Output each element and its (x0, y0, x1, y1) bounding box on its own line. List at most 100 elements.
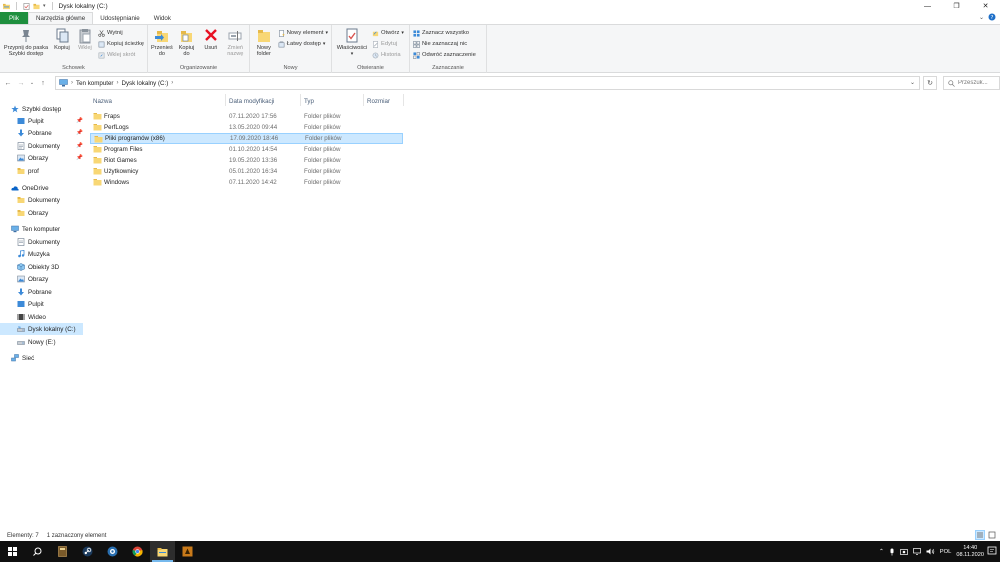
back-button[interactable]: ← (3, 80, 13, 87)
file-date: 19.05.2020 13:36 (229, 157, 278, 164)
notification-icon[interactable] (987, 546, 997, 556)
new-item-label: Nowy element (286, 30, 324, 36)
nav-pc-pobrane[interactable]: Pobrane (17, 286, 52, 298)
select-none-button[interactable]: Nie zaznaczaj nic (413, 39, 476, 49)
tab-share[interactable]: Udostępnianie (93, 12, 147, 24)
nav-quick-dokumenty[interactable]: Dokumenty 📌 (17, 140, 83, 152)
network-tray-icon[interactable] (912, 548, 921, 555)
nav-pc-wideo[interactable]: Wideo (17, 311, 46, 323)
nav-pc-local-disk[interactable]: Dysk lokalny (C:) (0, 323, 83, 335)
select-all-button[interactable]: Zaznacz wszystko (413, 28, 476, 38)
app-icon (107, 546, 118, 557)
taskbar-app-game[interactable] (175, 541, 200, 562)
column-divider[interactable] (225, 94, 226, 106)
nav-onedrive-dokumenty[interactable]: Dokumenty (17, 194, 60, 206)
refresh-button[interactable]: ↻ (923, 76, 937, 90)
nav-network[interactable]: Sieć (11, 352, 34, 364)
nav-item-label: Obrazy (28, 154, 49, 162)
nav-quick-obrazy[interactable]: Obrazy 📌 (17, 152, 83, 164)
nav-pc-dokumenty[interactable]: Dokumenty (17, 236, 60, 248)
file-row[interactable]: Riot Games 19.05.2020 13:36 Folder plików (90, 155, 403, 166)
details-view-button[interactable] (975, 530, 985, 540)
column-divider[interactable] (363, 94, 364, 106)
open-button[interactable]: Otwórz ▾ (372, 28, 404, 38)
invert-selection-button[interactable]: Odwróć zaznaczenie (413, 50, 476, 60)
taskbar-app-steam[interactable] (75, 541, 100, 562)
nav-quick-access[interactable]: Szybki dostęp (11, 103, 61, 115)
address-row: ← → ⌄ ↑ › Ten komputer › Dysk lokalny (C… (0, 74, 1000, 92)
minimize-button[interactable]: — (913, 0, 942, 12)
cut-button[interactable]: Wytnij (98, 28, 144, 38)
column-divider[interactable] (403, 94, 404, 106)
language-indicator[interactable]: POL (940, 549, 952, 555)
address-bar[interactable]: › Ten komputer › Dysk lokalny (C:) › ⌄ (55, 76, 920, 90)
file-row[interactable]: Pliki programów (x86) 17.09.2020 18:46 Fol… (90, 133, 403, 144)
column-header-name[interactable]: Nazwa (93, 94, 112, 108)
nav-pc-pulpit[interactable]: Pulpit (17, 298, 44, 310)
maximize-button[interactable]: ❐ (942, 0, 971, 12)
column-header-size[interactable]: Rozmiar (367, 94, 390, 108)
address-dropdown-icon[interactable]: ⌄ (910, 79, 915, 86)
nav-quick-prof[interactable]: prof (17, 165, 39, 177)
tab-view[interactable]: Widok (147, 12, 178, 24)
close-button[interactable]: ✕ (971, 0, 1000, 12)
column-header-date[interactable]: Data modyfikacji (229, 94, 274, 108)
nav-pc-3d-objects[interactable]: Obiekty 3D (17, 261, 59, 273)
start-button[interactable] (0, 541, 25, 562)
taskbar-app-file-explorer[interactable] (150, 541, 175, 562)
new-item-button[interactable]: Nowy element ▾ (278, 28, 328, 38)
easy-access-button[interactable]: Łatwy dostęp ▾ (278, 39, 328, 49)
paste-shortcut-button[interactable]: Wklej skrót (98, 50, 144, 60)
search-box[interactable] (943, 76, 1000, 90)
clock[interactable]: 14:40 08.11.2020 (956, 545, 984, 559)
search-input[interactable] (958, 80, 998, 86)
tab-home[interactable]: Narzędzia główne (28, 12, 94, 24)
collapse-ribbon-icon[interactable]: ⌄ (979, 14, 984, 21)
properties-icon (346, 28, 358, 43)
camera-icon[interactable] (899, 548, 908, 555)
history-button[interactable]: Historia (372, 50, 404, 60)
show-hidden-icons[interactable]: ⌃ (879, 549, 884, 555)
properties-qat-icon[interactable] (23, 2, 30, 10)
taskbar-search-button[interactable] (25, 541, 50, 562)
nav-this-pc[interactable]: Ten komputer (11, 223, 60, 235)
nav-quick-pulpit[interactable]: Pulpit 📌 (17, 115, 83, 127)
up-arrow-icon: ↑ (41, 79, 45, 87)
tab-file[interactable]: Plik (0, 12, 28, 24)
breadcrumb-local-disk[interactable]: Dysk lokalny (C:) (122, 80, 169, 87)
column-header-type[interactable]: Typ (304, 94, 314, 108)
item-count: Elementy: 7 (7, 532, 39, 539)
large-icons-view-button[interactable] (987, 530, 997, 540)
taskbar-app-generic[interactable] (100, 541, 125, 562)
nav-pc-obrazy[interactable]: Obrazy (17, 273, 48, 285)
microphone-icon[interactable] (889, 548, 895, 556)
nav-quick-pobrane[interactable]: Pobrane 📌 (17, 127, 83, 139)
open-group: Właściwości ▾ Otwórz ▾ Edytuj Historia O… (332, 25, 410, 73)
nav-onedrive-obrazy[interactable]: Obrazy (17, 207, 48, 219)
taskbar-app-book[interactable] (50, 541, 75, 562)
recent-locations-button[interactable]: ⌄ (27, 80, 37, 86)
nav-pc-muzyka[interactable]: Muzyka (17, 248, 50, 260)
qat-dropdown-icon[interactable]: ▾ (43, 3, 46, 9)
file-row[interactable]: Fraps 07.11.2020 17:56 Folder plików (90, 111, 403, 122)
up-button[interactable]: ↑ (38, 80, 48, 87)
file-row[interactable]: Windows 07.11.2020 14:42 Folder plików (90, 177, 403, 188)
edit-button[interactable]: Edytuj (372, 39, 404, 49)
new-folder-qat-icon[interactable] (33, 3, 40, 10)
volume-icon[interactable] (926, 548, 935, 555)
file-row[interactable]: Użytkownicy 05.01.2020 16:34 Folder plików (90, 166, 403, 177)
forward-button[interactable]: → (16, 80, 26, 87)
taskbar-app-chrome[interactable] (125, 541, 150, 562)
file-row[interactable]: PerfLogs 13.05.2020 09:44 Folder plików (90, 122, 403, 133)
column-divider[interactable] (300, 94, 301, 106)
help-icon[interactable]: ? (988, 13, 996, 21)
nav-pc-new-drive[interactable]: Nowy (E:) (17, 336, 56, 348)
back-arrow-icon: ← (4, 79, 12, 87)
copy-path-button[interactable]: Kopiuj ścieżkę (98, 39, 144, 49)
breadcrumb-this-pc[interactable]: Ten komputer (76, 80, 114, 87)
star-icon (11, 105, 19, 113)
open-icon (372, 31, 379, 36)
nav-onedrive[interactable]: OneDrive (11, 182, 49, 194)
pictures-icon (17, 275, 25, 283)
file-row[interactable]: Program Files 01.10.2020 14:54 Folder plik… (90, 144, 403, 155)
